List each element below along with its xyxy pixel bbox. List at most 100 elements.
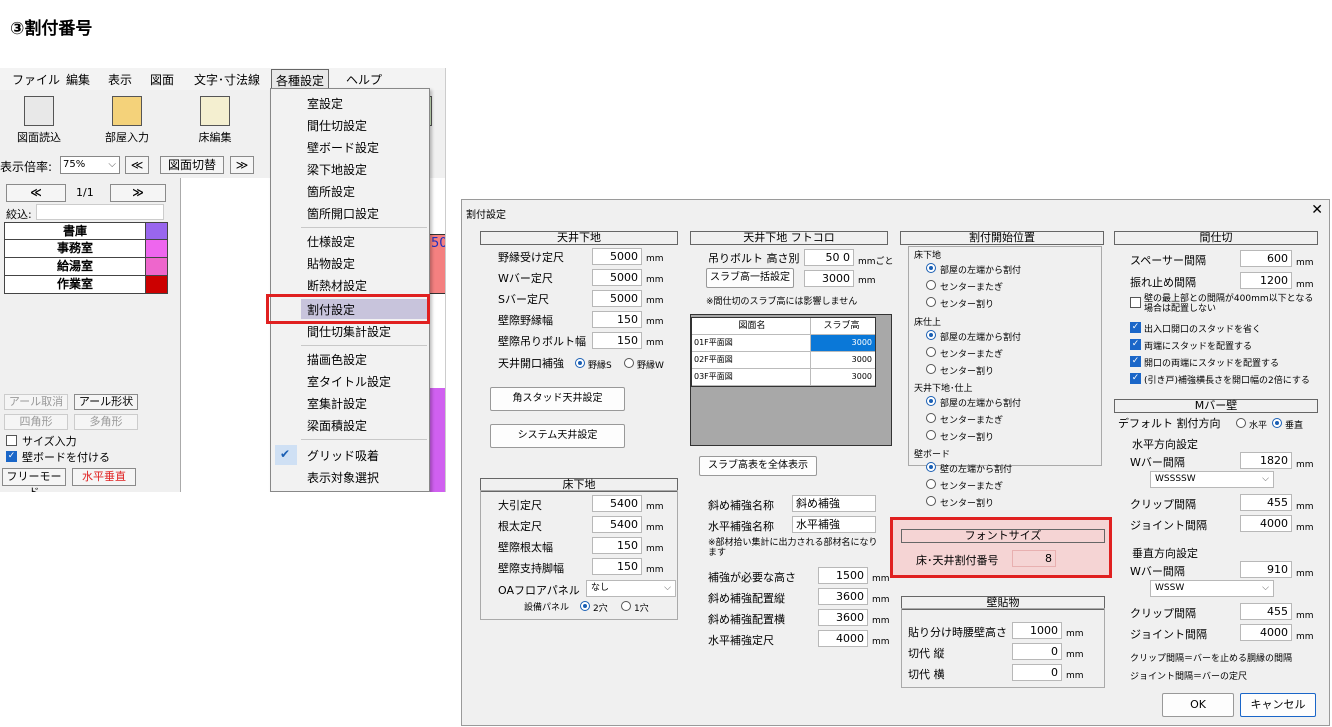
table-cell[interactable]: 3000 — [811, 335, 875, 351]
both-ends-stud-checkbox[interactable]: ✓ — [1130, 339, 1141, 350]
system-ceiling-button[interactable]: システム天井設定 — [490, 424, 625, 448]
joist-length-field[interactable]: 5400 — [592, 516, 642, 533]
cancel-button[interactable]: キャンセル — [1240, 693, 1316, 717]
switch-drawing-button[interactable]: 図面切替 — [160, 156, 224, 174]
radio-one-hole[interactable] — [621, 601, 631, 611]
spacer-interval-field[interactable]: 600 — [1240, 250, 1292, 267]
menu-settings[interactable]: 各種設定 — [271, 69, 330, 89]
arc-shape-button[interactable]: アール形状 — [74, 394, 138, 410]
rectangle-button[interactable]: 四角形 — [4, 414, 68, 430]
radio-ceiling-left[interactable] — [926, 396, 936, 406]
show-all-slab-button[interactable]: スラブ高表を全体表示 — [699, 456, 817, 476]
sbar-length-field[interactable]: 5000 — [592, 290, 642, 307]
top-gap-checkbox[interactable] — [1130, 297, 1141, 308]
slab-height-field[interactable]: 3000 — [804, 270, 854, 287]
menuitem-wall-board-settings[interactable]: 壁ボード設定 — [307, 139, 379, 156]
radio-finish-left[interactable] — [926, 330, 936, 340]
radio-mbar-vertical[interactable] — [1272, 418, 1282, 428]
zoom-select[interactable]: 75% ⌵ — [60, 156, 120, 174]
opening-ends-stud-checkbox[interactable]: ✓ — [1130, 356, 1141, 367]
wbar-length-field[interactable]: 5000 — [592, 269, 642, 286]
menu-file[interactable]: ファイル — [12, 71, 60, 88]
slab-bulk-button[interactable]: スラブ高一括設定 — [706, 268, 794, 288]
nobuchi-length-field[interactable]: 5000 — [592, 248, 642, 265]
radio-floor-left[interactable] — [926, 263, 936, 273]
radio-floor-center-straddle[interactable] — [926, 280, 936, 290]
v-joint-interval-field[interactable]: 4000 — [1240, 624, 1292, 641]
diag-vertical-field[interactable]: 3600 — [818, 588, 868, 605]
cut-vertical-field[interactable]: 0 — [1012, 643, 1062, 660]
v-pattern-select[interactable]: WSSW ⌵ — [1150, 580, 1274, 597]
load-drawing-button[interactable]: 図面読込 — [4, 96, 74, 145]
menuitem-partition-total-settings[interactable]: 間仕切集計設定 — [307, 323, 391, 340]
menuitem-beam-area-settings[interactable]: 梁面積設定 — [307, 417, 367, 434]
wall-support-width-field[interactable]: 150 — [592, 558, 642, 575]
obiki-length-field[interactable]: 5400 — [592, 495, 642, 512]
menu-help[interactable]: ヘルプ — [346, 71, 382, 88]
menuitem-display-target[interactable]: 表示対象選択 — [307, 469, 379, 486]
table-row[interactable]: 03F平面図 3000 — [692, 369, 875, 386]
cut-horizontal-field[interactable]: 0 — [1012, 664, 1062, 681]
room-row[interactable]: 給湯室 — [4, 258, 168, 276]
free-mode-button[interactable]: フリーモード — [2, 468, 66, 492]
radio-mbar-horizontal[interactable] — [1236, 418, 1246, 428]
menuitem-location-opening-settings[interactable]: 箇所開口設定 — [307, 205, 379, 222]
ok-button[interactable]: OK — [1162, 693, 1234, 717]
h-pattern-select[interactable]: WSSSSW ⌵ — [1150, 471, 1274, 488]
menu-view[interactable]: 表示 — [108, 71, 132, 88]
room-row[interactable]: 事務室 — [4, 240, 168, 258]
radio-ceiling-center-straddle[interactable] — [926, 413, 936, 423]
reinforce-height-field[interactable]: 1500 — [818, 567, 868, 584]
omit-entrance-stud-checkbox[interactable]: ✓ — [1130, 322, 1141, 333]
wall-bolt-width-field[interactable]: 150 — [592, 332, 642, 349]
radio-wallboard-center-straddle[interactable] — [926, 479, 936, 489]
corner-stud-ceiling-button[interactable]: 角スタッド天井設定 — [490, 387, 625, 411]
h-clip-interval-field[interactable]: 455 — [1240, 494, 1292, 511]
diag-horizontal-field[interactable]: 3600 — [818, 609, 868, 626]
size-input-checkbox[interactable] — [6, 435, 17, 446]
menu-text-dimension[interactable]: 文字･寸法線 — [194, 71, 260, 88]
radio-wallboard-left[interactable] — [926, 462, 936, 472]
radio-nobuchi-s[interactable] — [575, 358, 585, 368]
radio-finish-center-split[interactable] — [926, 364, 936, 374]
menuitem-partition-settings[interactable]: 間仕切設定 — [307, 117, 367, 134]
zoom-next-button[interactable]: ≫ — [230, 156, 254, 174]
menuitem-beam-base-settings[interactable]: 梁下地設定 — [307, 161, 367, 178]
menuitem-location-settings[interactable]: 箇所設定 — [307, 183, 355, 200]
radio-wallboard-center-split[interactable] — [926, 496, 936, 506]
font-size-field[interactable]: 8 — [1012, 550, 1056, 567]
wall-joist-width-field[interactable]: 150 — [592, 537, 642, 554]
diag-name-field[interactable]: 斜め補強 — [792, 495, 876, 512]
arc-cancel-button[interactable]: アール取消 — [4, 394, 68, 410]
sliding-door-checkbox[interactable]: ✓ — [1130, 373, 1141, 384]
page-next-button[interactable]: ≫ — [110, 184, 166, 202]
menuitem-room-total-settings[interactable]: 室集計設定 — [307, 395, 367, 412]
room-input-button[interactable]: 部屋入力 — [92, 96, 162, 145]
menuitem-spec-settings[interactable]: 仕様設定 — [307, 233, 355, 250]
polygon-button[interactable]: 多角形 — [74, 414, 138, 430]
filter-input[interactable] — [36, 204, 164, 220]
v-wbar-interval-field[interactable]: 910 — [1240, 561, 1292, 578]
table-row[interactable]: 02F平面図 3000 — [692, 352, 875, 369]
v-clip-interval-field[interactable]: 455 — [1240, 603, 1292, 620]
menuitem-room-settings[interactable]: 室設定 — [307, 95, 343, 112]
zoom-back-button[interactable]: ≪ — [125, 156, 149, 174]
h-wbar-interval-field[interactable]: 1820 — [1240, 452, 1292, 469]
menuitem-finish-settings[interactable]: 貼物設定 — [307, 255, 355, 272]
menuitem-grid-snap[interactable]: グリッド吸着 — [307, 447, 379, 464]
menu-edit[interactable]: 編集 — [66, 71, 90, 88]
close-icon[interactable]: ✕ — [1311, 202, 1323, 218]
menuitem-room-title-settings[interactable]: 室タイトル設定 — [307, 373, 391, 390]
radio-nobuchi-w[interactable] — [624, 358, 634, 368]
room-row[interactable]: 書庫 — [4, 222, 168, 240]
radio-two-holes[interactable] — [580, 601, 590, 611]
page-prev-button[interactable]: ≪ — [6, 184, 66, 202]
wall-board-checkbox[interactable]: ✓ — [6, 451, 17, 462]
menuitem-draw-color-settings[interactable]: 描画色設定 — [307, 351, 367, 368]
radio-finish-center-straddle[interactable] — [926, 347, 936, 357]
oa-floor-select[interactable]: なし ⌵ — [586, 580, 676, 597]
h-joint-interval-field[interactable]: 4000 — [1240, 515, 1292, 532]
horiz-length-field[interactable]: 4000 — [818, 630, 868, 647]
horiz-name-field[interactable]: 水平補強 — [792, 516, 876, 533]
menuitem-insulation-settings[interactable]: 断熱材設定 — [307, 277, 367, 294]
